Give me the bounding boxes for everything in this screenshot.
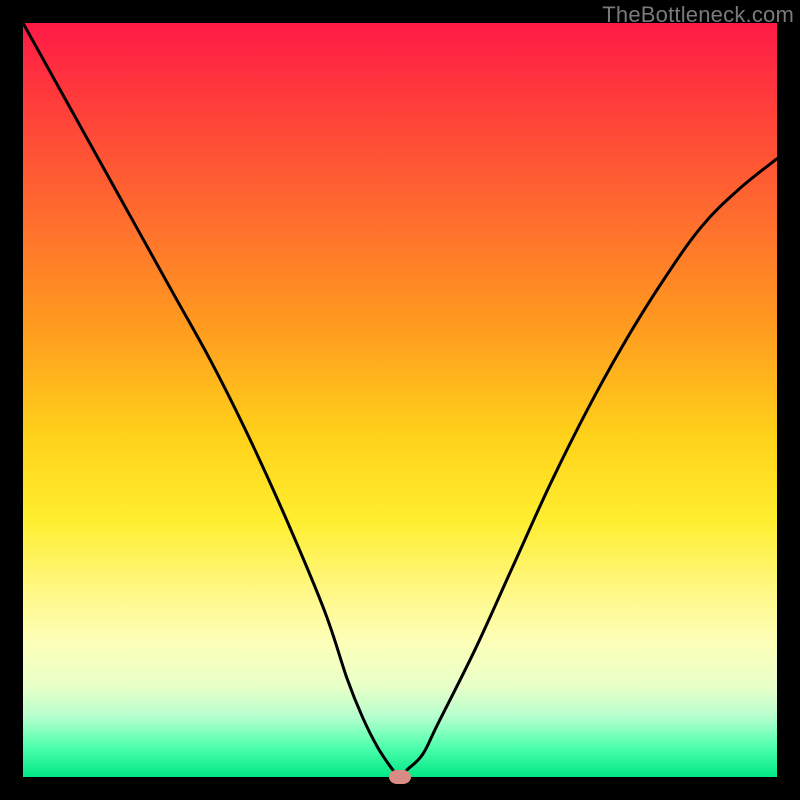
optimal-point-marker [389,770,411,784]
chart-frame: TheBottleneck.com [0,0,800,800]
plot-area [23,23,777,777]
bottleneck-curve [23,23,777,777]
